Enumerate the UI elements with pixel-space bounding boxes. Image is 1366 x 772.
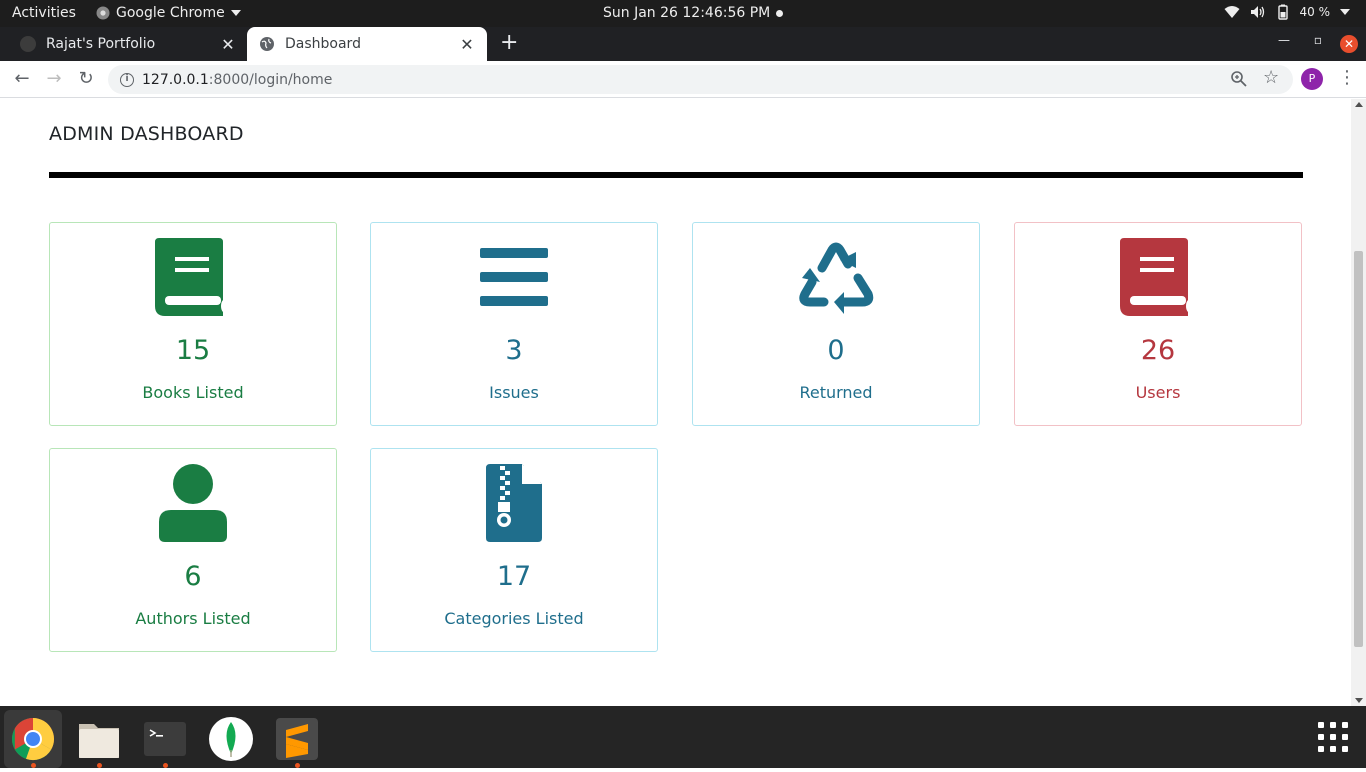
card-books-listed[interactable]: 15 Books Listed — [49, 222, 337, 426]
card-label: Authors Listed — [135, 609, 251, 628]
card-label: Users — [1135, 383, 1181, 402]
tab-title: Dashboard — [285, 36, 361, 52]
info-icon[interactable]: i — [120, 72, 134, 87]
zoom-icon[interactable] — [1230, 70, 1248, 88]
maximize-button[interactable]: ▫ — [1314, 33, 1322, 47]
title-divider — [49, 172, 1303, 178]
chevron-down-icon — [230, 10, 241, 16]
page-scrollbar[interactable] — [1351, 99, 1366, 706]
running-indicator — [163, 763, 168, 768]
activities-button[interactable]: Activities — [12, 5, 76, 21]
dock — [0, 706, 1366, 768]
card-issues[interactable]: 3 Issues — [370, 222, 658, 426]
more-menu-icon[interactable]: ⋮ — [1338, 67, 1356, 88]
close-icon[interactable]: ✕ — [220, 35, 236, 54]
card-count: 6 — [184, 561, 202, 592]
card-count: 15 — [175, 335, 211, 366]
tab-rajats-portfolio[interactable]: Rajat's Portfolio ✕ — [8, 27, 248, 61]
app-menu-label: Google Chrome — [116, 5, 225, 21]
profile-avatar[interactable]: P — [1301, 68, 1323, 90]
tab-title: Rajat's Portfolio — [46, 36, 156, 52]
card-categories-listed[interactable]: 17 Categories Listed — [370, 448, 658, 652]
clock-label: Sun Jan 26 12:46:56 PM — [603, 5, 771, 21]
tab-strip: Rajat's Portfolio ✕ Dashboard ✕ + — ▫ ✕ — [0, 27, 1366, 61]
card-label: Returned — [799, 383, 873, 402]
files-icon — [79, 724, 119, 758]
running-indicator — [31, 763, 36, 768]
user-icon — [159, 464, 227, 542]
card-label: Books Listed — [142, 383, 244, 402]
forward-button[interactable]: → — [42, 67, 66, 91]
bookmark-star-icon[interactable]: ☆ — [1263, 67, 1279, 88]
card-label: Issues — [489, 383, 539, 402]
window-close-button[interactable]: ✕ — [1340, 35, 1358, 53]
card-label: Categories Listed — [444, 609, 584, 628]
volume-icon — [1250, 6, 1264, 18]
running-indicator — [97, 763, 102, 768]
notification-dot-icon — [776, 9, 784, 17]
show-applications-grid-icon[interactable] — [1318, 722, 1348, 752]
new-tab-button[interactable]: + — [500, 32, 518, 54]
scrollbar-thumb[interactable] — [1354, 251, 1363, 647]
mongodb-compass-icon — [209, 717, 253, 761]
card-count: 17 — [496, 561, 532, 592]
globe-icon — [260, 37, 274, 51]
system-tray[interactable]: 40 % — [1224, 4, 1350, 20]
dock-mongodb-compass[interactable] — [202, 710, 260, 768]
chevron-down-icon — [1340, 9, 1350, 15]
url-path: :8000/login/home — [208, 71, 333, 88]
card-count: 26 — [1140, 335, 1176, 366]
browser-toolbar: ← → ↻ i 127.0.0.1:8000/login/home ☆ P ⋮ — [0, 61, 1366, 98]
scroll-down-arrow-icon[interactable] — [1355, 698, 1363, 703]
globe-icon — [20, 36, 36, 52]
running-indicator — [295, 763, 300, 768]
file-archive-icon — [486, 464, 542, 542]
battery-icon — [1277, 4, 1288, 20]
card-count: 3 — [505, 335, 523, 366]
back-button[interactable]: ← — [10, 67, 34, 91]
reload-button[interactable]: ↻ — [74, 67, 98, 91]
dock-files[interactable] — [70, 710, 128, 768]
card-count: 0 — [827, 335, 845, 366]
wifi-icon — [1224, 6, 1239, 18]
system-top-bar: Activities Google Chrome Sun Jan 26 12:4… — [0, 0, 1366, 27]
battery-percent: 40 % — [1299, 5, 1331, 19]
chrome-small-icon — [96, 6, 110, 20]
dock-terminal[interactable] — [136, 710, 194, 768]
clock[interactable]: Sun Jan 26 12:46:56 PM — [603, 5, 784, 21]
book-icon — [155, 238, 223, 316]
page-content: ADMIN DASHBOARD 15 Books Listed 3 Issues — [0, 99, 1351, 706]
scroll-up-arrow-icon[interactable] — [1355, 102, 1363, 107]
address-bar[interactable]: i 127.0.0.1:8000/login/home — [108, 65, 1293, 94]
minimize-button[interactable]: — — [1278, 33, 1290, 47]
card-users[interactable]: 26 Users — [1014, 222, 1302, 426]
list-icon — [480, 248, 548, 306]
book-icon — [1120, 238, 1188, 316]
card-returned[interactable]: 0 Returned — [692, 222, 980, 426]
url-host: 127.0.0.1 — [142, 71, 209, 88]
dock-chrome[interactable] — [4, 710, 62, 768]
app-menu[interactable]: Google Chrome — [96, 5, 241, 21]
tab-dashboard[interactable]: Dashboard ✕ — [247, 27, 487, 61]
chrome-icon — [11, 718, 55, 761]
sublime-text-icon — [276, 718, 318, 760]
recycle-icon — [799, 242, 874, 314]
close-icon[interactable]: ✕ — [459, 35, 475, 54]
card-authors-listed[interactable]: 6 Authors Listed — [49, 448, 337, 652]
terminal-icon — [144, 722, 186, 756]
dock-sublime-text[interactable] — [268, 710, 326, 768]
page-title: ADMIN DASHBOARD — [49, 123, 244, 145]
